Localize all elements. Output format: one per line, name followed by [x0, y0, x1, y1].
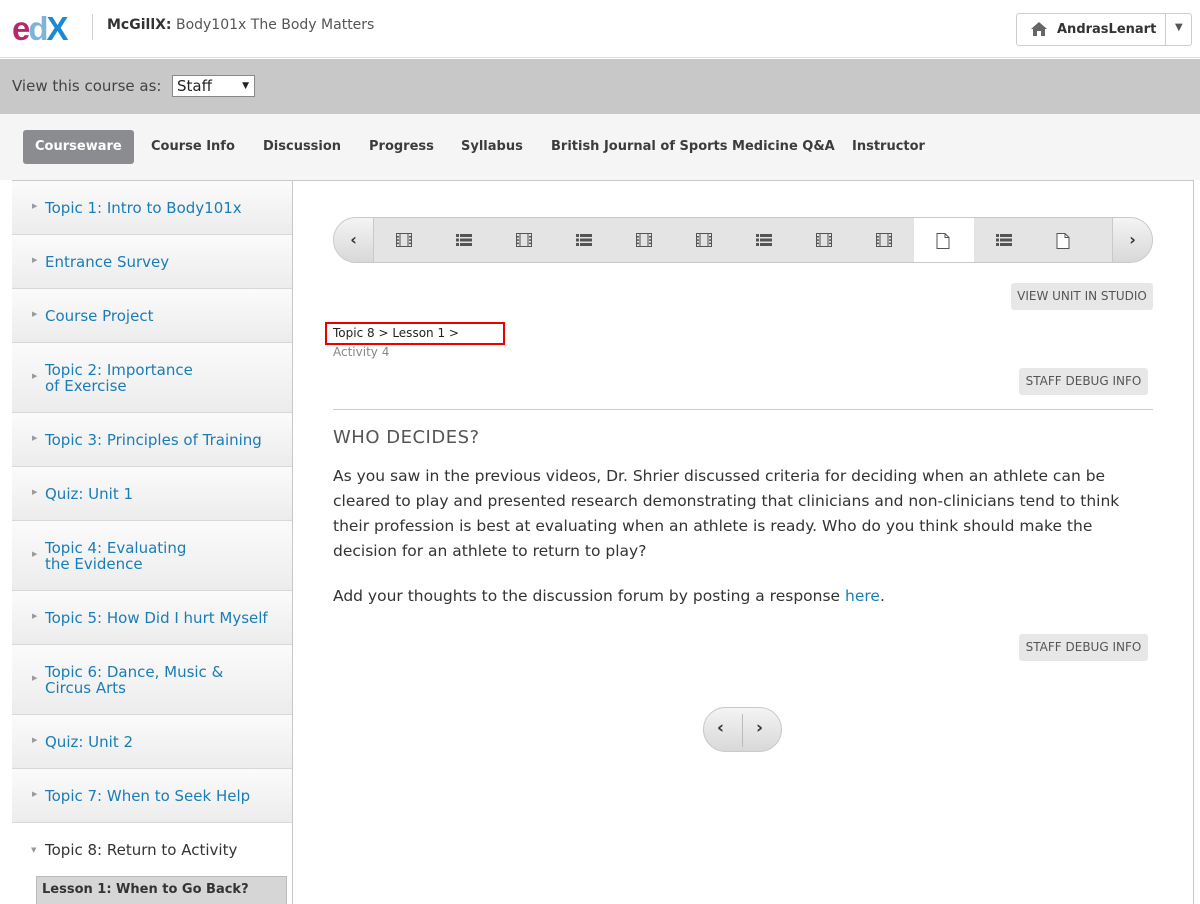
chevron-right-icon: ▶ — [32, 550, 38, 558]
tab-syllabus[interactable]: Syllabus — [461, 130, 523, 164]
edx-logo[interactable]: edX — [12, 10, 69, 48]
sidebar-item-topic-1[interactable]: ▶ Topic 1: Intro to Body101x — [12, 181, 292, 235]
sequence-unit-10[interactable] — [914, 218, 974, 262]
video-icon — [816, 233, 832, 247]
course-sidebar: ▶ Topic 1: Intro to Body101x ▶ Entrance … — [12, 181, 293, 904]
tab-discussion[interactable]: Discussion — [263, 130, 341, 164]
sequence-nav: ‹ › — [333, 217, 1153, 263]
sequence-unit-12[interactable] — [1034, 218, 1094, 262]
header-divider — [92, 14, 93, 40]
problem-list-icon — [576, 234, 592, 246]
chevron-right-icon: ▶ — [32, 612, 38, 620]
chevron-down-icon[interactable]: ▼ — [1175, 22, 1183, 33]
view-as-select[interactable]: Staff ▼ — [172, 75, 255, 97]
staff-debug-info-button[interactable]: STAFF DEBUG INFO — [1019, 368, 1148, 395]
sidebar-item-topic-5[interactable]: ▶ Topic 5: How Did I hurt Myself — [12, 591, 292, 645]
document-icon — [1056, 233, 1070, 249]
sidebar-item-entrance-survey[interactable]: ▶ Entrance Survey — [12, 235, 292, 289]
chevron-right-icon: ▶ — [32, 674, 38, 682]
chevron-down-icon: ▼ — [31, 846, 37, 854]
sidebar-item-quiz-2[interactable]: ▶ Quiz: Unit 2 — [12, 715, 292, 769]
sidebar-item-topic-2[interactable]: ▶ Topic 2: Importance of Exercise — [12, 343, 292, 413]
view-unit-in-studio-button[interactable]: VIEW UNIT IN STUDIO — [1011, 283, 1153, 310]
sequence-unit-2[interactable] — [434, 218, 494, 262]
video-icon — [876, 233, 892, 247]
chevron-right-icon: ▶ — [32, 310, 38, 318]
discussion-prompt: Add your thoughts to the discussion foru… — [333, 587, 885, 605]
video-icon — [696, 233, 712, 247]
chevron-right-icon: ▶ — [32, 256, 38, 264]
username: AndrasLenart — [1057, 22, 1157, 37]
sequence-unit-7[interactable] — [734, 218, 794, 262]
divider — [333, 409, 1153, 410]
tab-instructor[interactable]: Instructor — [852, 130, 925, 164]
site-header: edX McGillX: Body101x The Body Matters A… — [0, 0, 1200, 58]
problem-list-icon — [756, 234, 772, 246]
chevron-right-icon: ▶ — [32, 790, 38, 798]
sidebar-item-course-project[interactable]: ▶ Course Project — [12, 289, 292, 343]
chevron-right-icon[interactable]: › — [756, 718, 763, 738]
document-icon — [936, 233, 950, 249]
sidebar-item-topic-4[interactable]: ▶ Topic 4: Evaluating the Evidence — [12, 521, 292, 591]
video-icon — [516, 233, 532, 247]
sidebar-lesson-1[interactable]: Lesson 1: When to Go Back? — [36, 876, 287, 904]
previous-unit-button[interactable]: ‹ — [334, 218, 374, 262]
sidebar-item-topic-7[interactable]: ▶ Topic 7: When to Seek Help — [12, 769, 292, 823]
sequence-unit-5[interactable] — [614, 218, 674, 262]
unit-pager: ‹ › — [703, 707, 782, 752]
sequence-unit-3[interactable] — [494, 218, 554, 262]
unit-heading: WHO DECIDES? — [333, 427, 480, 448]
breadcrumb: Topic 8 > Lesson 1 > Activity 4 — [325, 322, 505, 359]
chevron-left-icon[interactable]: ‹ — [717, 718, 724, 738]
view-as-bar: View this course as: Staff ▼ — [0, 59, 1200, 114]
sequence-unit-8[interactable] — [794, 218, 854, 262]
problem-list-icon — [456, 234, 472, 246]
sequence-unit-1[interactable] — [374, 218, 434, 262]
sequence-unit-9[interactable] — [854, 218, 914, 262]
sequence-unit-6[interactable] — [674, 218, 734, 262]
video-icon — [396, 233, 412, 247]
course-nav: Courseware Course Info Discussion Progre… — [0, 114, 1200, 180]
chevron-right-icon: ▶ — [32, 372, 38, 380]
sidebar-item-topic-6[interactable]: ▶ Topic 6: Dance, Music & Circus Arts — [12, 645, 292, 715]
chevron-down-icon: ▼ — [242, 81, 249, 91]
user-menu-button[interactable]: AndrasLenart ▼ — [1016, 13, 1192, 46]
course-title: McGillX: Body101x The Body Matters — [107, 17, 375, 33]
staff-debug-info-button-2[interactable]: STAFF DEBUG INFO — [1019, 634, 1148, 661]
discussion-link[interactable]: here — [845, 587, 880, 605]
video-icon — [636, 233, 652, 247]
unit-paragraph: As you saw in the previous videos, Dr. S… — [333, 467, 1120, 560]
sequence-unit-4[interactable] — [554, 218, 614, 262]
sequence-unit-11[interactable] — [974, 218, 1034, 262]
chevron-right-icon: ▶ — [32, 736, 38, 744]
sidebar-item-topic-3[interactable]: ▶ Topic 3: Principles of Training — [12, 413, 292, 467]
next-unit-button[interactable]: › — [1112, 218, 1152, 262]
home-icon — [1031, 22, 1047, 36]
chevron-right-icon: ▶ — [32, 202, 38, 210]
tab-bjsm-qa[interactable]: British Journal of Sports Medicine Q&A — [551, 130, 835, 164]
tab-courseware[interactable]: Courseware — [23, 130, 134, 164]
chevron-right-icon: ▶ — [32, 488, 38, 496]
view-as-label: View this course as: — [12, 77, 162, 95]
tab-progress[interactable]: Progress — [369, 130, 434, 164]
tab-course-info[interactable]: Course Info — [151, 130, 235, 164]
chevron-right-icon: ▶ — [32, 434, 38, 442]
problem-list-icon — [996, 234, 1012, 246]
sidebar-item-quiz-1[interactable]: ▶ Quiz: Unit 1 — [12, 467, 292, 521]
